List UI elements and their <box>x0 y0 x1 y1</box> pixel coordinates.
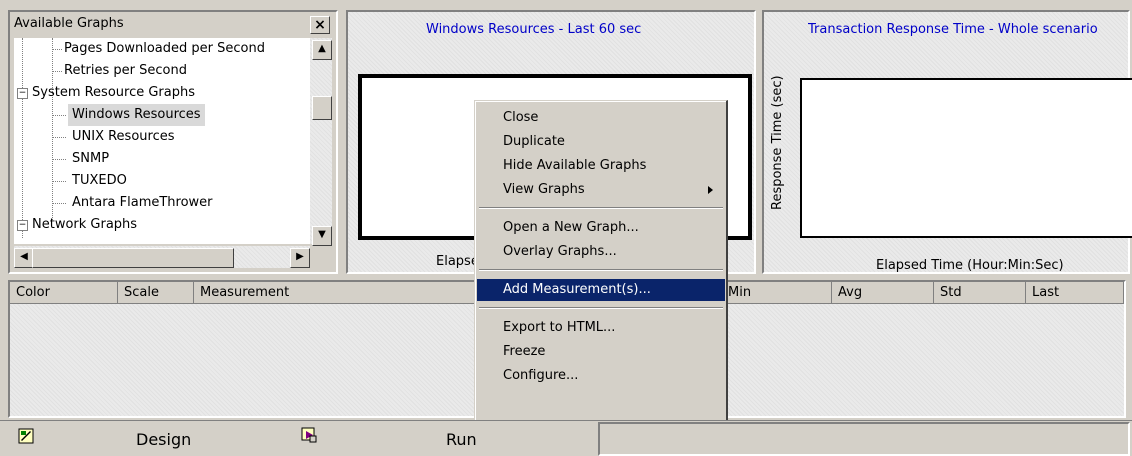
tree-item-antara-flamethrower[interactable]: Antara FlameThrower <box>72 192 213 214</box>
tree-item-tuxedo[interactable]: TUXEDO <box>72 170 127 192</box>
menu-item-hide-available-graphs[interactable]: Hide Available Graphs <box>477 155 725 177</box>
x-axis-label-response: Elapsed Time (Hour:Min:Sec) <box>876 258 1064 273</box>
tree-item-network-graphs[interactable]: Network Graphs <box>32 214 137 236</box>
x-axis-label-windows: Elapsed Time (Hour:Min:Sec) <box>436 254 474 269</box>
tree-item-retries[interactable]: Retries per Second <box>64 60 187 82</box>
column-header-last[interactable]: Last <box>1026 282 1124 304</box>
y-axis-label-response: Response Time (sec) <box>770 75 785 210</box>
menu-item-view-graphs[interactable]: View Graphs <box>477 179 725 201</box>
tree-item-snmp[interactable]: SNMP <box>72 148 109 170</box>
close-panel-button[interactable]: × <box>310 16 330 34</box>
menu-separator <box>479 207 723 209</box>
column-header-color[interactable]: Color <box>10 282 118 304</box>
column-header-scale[interactable]: Scale <box>118 282 194 304</box>
menu-item-open-new-graph[interactable]: Open a New Graph... <box>477 217 725 239</box>
graph-title-transaction-response: Transaction Response Time - Whole scenar… <box>808 22 1098 37</box>
menu-item-view-graphs-label: View Graphs <box>503 182 585 197</box>
menu-item-overlay-graphs[interactable]: Overlay Graphs... <box>477 241 725 263</box>
column-header-avg[interactable]: Avg <box>832 282 934 304</box>
tree-item-pages-downloaded[interactable]: Pages Downloaded per Second <box>64 38 265 60</box>
tree-vertical-scrollbar[interactable] <box>310 38 332 244</box>
scroll-left-icon[interactable]: ◀ <box>14 248 34 268</box>
run-icon <box>300 426 317 443</box>
scroll-right-icon[interactable]: ▶ <box>290 248 310 268</box>
graph-title-windows-resources: Windows Resources - Last 60 sec <box>426 22 642 37</box>
submenu-arrow-icon <box>708 186 713 194</box>
status-field <box>598 422 1130 456</box>
context-menu: Close Duplicate Hide Available Graphs Vi… <box>474 100 728 426</box>
menu-item-duplicate[interactable]: Duplicate <box>477 131 725 153</box>
plot-area-transaction-response[interactable] <box>800 78 1132 238</box>
menu-item-export-to-html[interactable]: Export to HTML... <box>477 317 725 339</box>
menu-separator <box>479 269 723 271</box>
menu-item-close[interactable]: Close <box>477 107 725 129</box>
graph-tree: Pages Downloaded per Second Retries per … <box>14 38 310 244</box>
tree-item-windows-resources[interactable]: Windows Resources <box>68 104 205 126</box>
scroll-thumb-horizontal[interactable] <box>32 248 234 268</box>
tree-item-system-resource-graphs[interactable]: System Resource Graphs <box>32 82 195 104</box>
scroll-down-icon[interactable]: ▼ <box>312 226 332 246</box>
available-graphs-title: Available Graphs <box>14 16 124 31</box>
collapse-icon[interactable]: − <box>17 88 28 99</box>
column-header-min[interactable]: Min <box>722 282 832 304</box>
menu-separator <box>479 307 723 309</box>
menu-item-configure[interactable]: Configure... <box>477 365 725 387</box>
column-header-std[interactable]: Std <box>934 282 1026 304</box>
design-icon <box>18 428 34 444</box>
tree-item-unix-resources[interactable]: UNIX Resources <box>72 126 175 148</box>
design-tab[interactable]: Design <box>136 426 191 454</box>
menu-item-freeze[interactable]: Freeze <box>477 341 725 363</box>
menu-item-add-measurements[interactable]: Add Measurement(s)... <box>477 279 725 301</box>
scroll-thumb[interactable] <box>312 96 332 120</box>
run-tab[interactable]: Run <box>446 426 477 454</box>
scroll-up-icon[interactable]: ▲ <box>312 40 332 60</box>
collapse-icon[interactable]: − <box>17 220 28 231</box>
